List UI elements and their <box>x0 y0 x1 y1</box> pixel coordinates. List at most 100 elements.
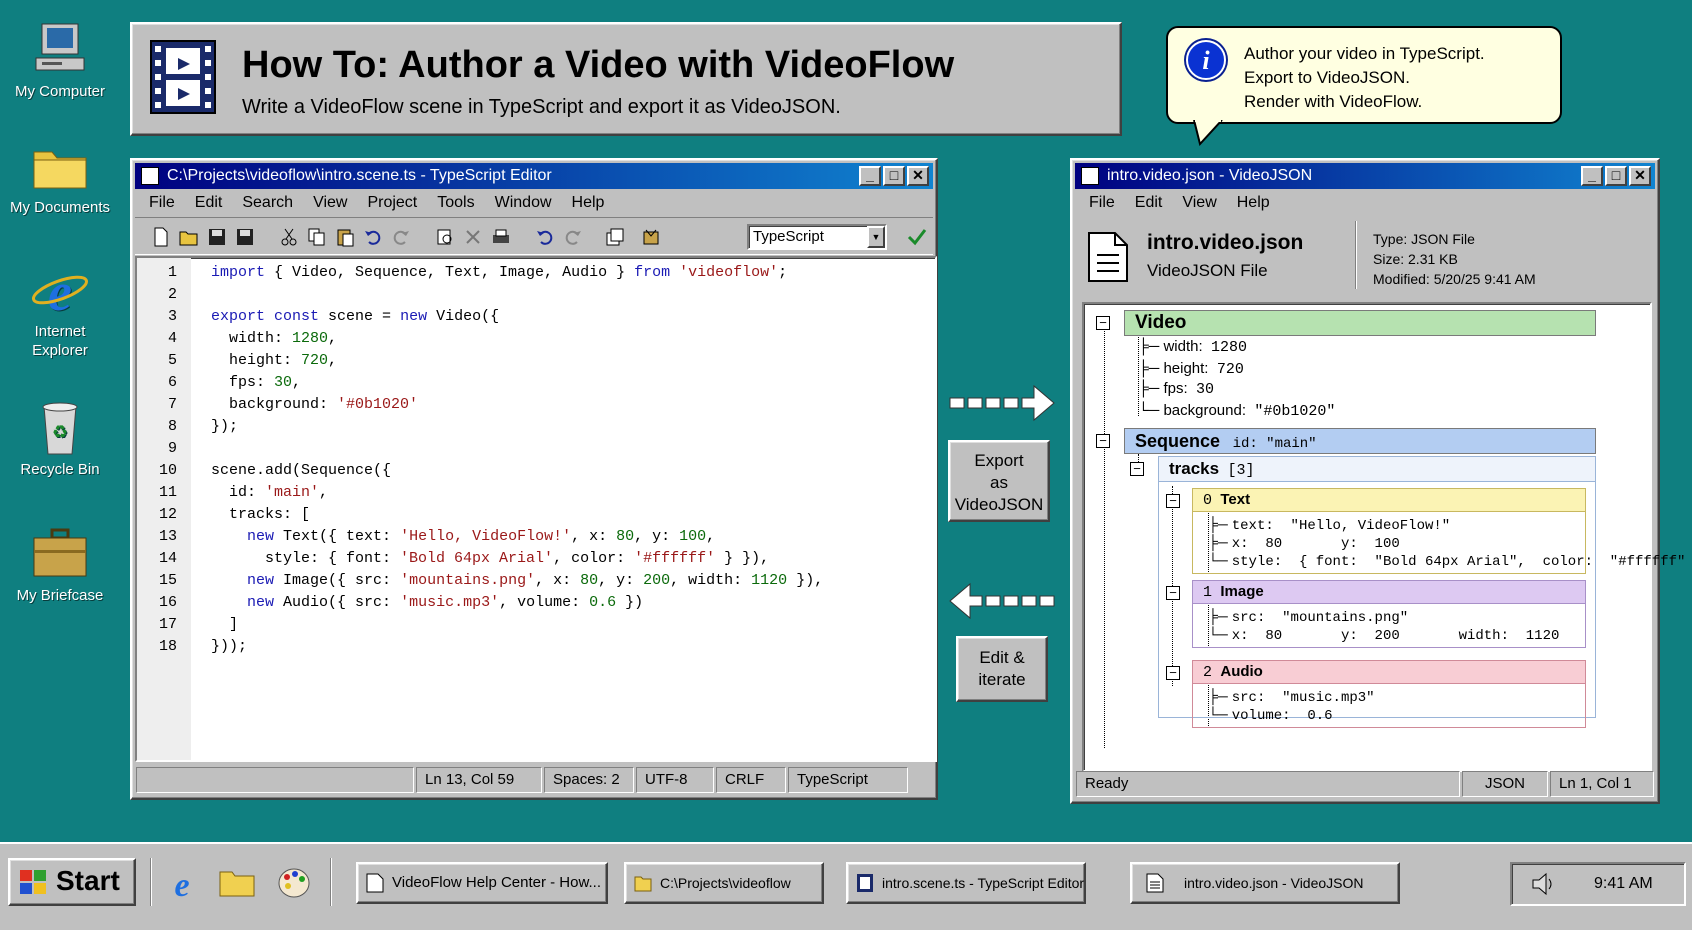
tracks-label: tracks <box>1169 459 1220 478</box>
system-tray: 9:41 AM <box>1510 862 1686 906</box>
menu-edit[interactable]: Edit <box>1125 189 1173 217</box>
taskbar-item-videojson[interactable]: intro.video.json - VideoJSON <box>1130 862 1400 904</box>
desktop-icon-my-documents[interactable]: My Documents <box>0 138 120 217</box>
code-line: new Audio({ src: 'music.mp3', volume: 0.… <box>247 594 644 611</box>
undo-secondary-icon[interactable] <box>535 227 555 247</box>
close-button[interactable]: ✕ <box>907 166 929 186</box>
palette-icon[interactable] <box>276 866 312 900</box>
json-tree-view[interactable]: − Video ╞─ width: 1280 ╞─ height: 720 ╞─… <box>1082 302 1685 772</box>
print-icon[interactable] <box>491 227 511 247</box>
line-number: 11 <box>158 484 177 501</box>
line-number: 18 <box>158 638 177 655</box>
save-all-icon[interactable] <box>235 227 255 247</box>
export-as-videojson-button[interactable]: Export as VideoJSON <box>948 440 1050 522</box>
new-file-icon[interactable] <box>151 227 171 247</box>
folder-icon[interactable] <box>218 868 256 898</box>
editor-titlebar[interactable]: C:\Projects\videoflow\intro.scene.ts - T… <box>135 163 933 189</box>
internet-explorer-icon[interactable]: e <box>164 866 200 900</box>
collapse-track-2-button[interactable]: − <box>1166 666 1180 680</box>
code-line: new Image({ src: 'mountains.png', x: 80,… <box>247 572 824 589</box>
menu-file[interactable]: File <box>139 189 185 217</box>
close-button[interactable]: ✕ <box>1629 166 1651 186</box>
menu-help[interactable]: Help <box>562 189 615 217</box>
track-2-header[interactable]: 2 Audio <box>1192 660 1586 684</box>
redo-secondary-icon[interactable] <box>563 227 583 247</box>
minimize-button[interactable]: _ <box>1581 166 1603 186</box>
speaker-icon[interactable] <box>1530 872 1558 896</box>
taskbar-item-editor[interactable]: intro.scene.ts - TypeScript Editor <box>846 862 1086 904</box>
track-name: Image <box>1220 583 1264 600</box>
windows-logo-icon <box>20 870 46 894</box>
replace-icon[interactable] <box>463 227 483 247</box>
status-cursor-position: Ln 13, Col 59 <box>416 767 542 793</box>
start-button[interactable]: Start <box>8 858 136 906</box>
desktop-icon-my-computer[interactable]: My Computer <box>0 22 120 101</box>
taskbar-item-help-center[interactable]: VideoFlow Help Center - How... <box>356 862 608 904</box>
find-icon[interactable] <box>435 227 455 247</box>
sequence-node-header[interactable]: Sequence id: "main" <box>1124 428 1596 454</box>
status-spacer <box>136 767 414 793</box>
build-icon[interactable] <box>641 227 661 247</box>
track-0-prop: ╞─ text: "Hello, VideoFlow!" <box>1208 516 1451 534</box>
file-size: Size: 2.31 KB <box>1373 251 1458 267</box>
collapse-tracks-button[interactable]: − <box>1130 462 1144 476</box>
code-line: fps: 30, <box>211 374 302 391</box>
desktop-icon-recycle-bin[interactable]: ♻ Recycle Bin <box>0 400 120 479</box>
menu-edit[interactable]: Edit <box>185 189 233 217</box>
redo-icon[interactable] <box>391 227 411 247</box>
menu-help[interactable]: Help <box>1227 189 1280 217</box>
task-label: C:\Projects\videoflow <box>660 875 791 891</box>
paste-icon[interactable] <box>335 227 355 247</box>
cut-icon[interactable] <box>279 227 299 247</box>
desktop-icon-label: Recycle Bin <box>20 461 100 478</box>
copy-icon[interactable] <box>307 227 327 247</box>
language-select-value: TypeScript <box>753 228 824 245</box>
maximize-button[interactable]: □ <box>1605 166 1627 186</box>
track-1-header[interactable]: 1 Image <box>1192 580 1586 604</box>
help-document-icon <box>366 873 384 893</box>
tracks-node-header[interactable]: tracks [3] <box>1158 456 1596 482</box>
collapse-sequence-button[interactable]: − <box>1096 434 1110 448</box>
language-select[interactable]: TypeScript ▼ <box>747 224 887 250</box>
menu-file[interactable]: File <box>1079 189 1125 217</box>
desktop-icon-label: My Computer <box>14 83 106 100</box>
menu-tools[interactable]: Tools <box>427 189 484 217</box>
desktop-icon-internet-explorer[interactable]: e Internet Explorer <box>0 262 120 360</box>
divider <box>1355 221 1357 289</box>
menu-window[interactable]: Window <box>485 189 562 217</box>
line-number: 14 <box>158 550 177 567</box>
video-node-header[interactable]: Video <box>1124 310 1596 336</box>
status-format: JSON <box>1462 771 1548 797</box>
briefcase-icon <box>28 526 92 582</box>
document-icon <box>1081 167 1099 185</box>
menu-project[interactable]: Project <box>357 189 427 217</box>
open-folder-icon[interactable] <box>179 227 199 247</box>
taskbar-item-folder[interactable]: C:\Projects\videoflow <box>624 862 824 904</box>
collapse-track-1-button[interactable]: − <box>1166 586 1180 600</box>
typescript-editor-window: C:\Projects\videoflow\intro.scene.ts - T… <box>130 158 938 800</box>
internet-explorer-icon: e <box>28 262 92 322</box>
line-number: 17 <box>158 616 177 633</box>
tracks-count: [3] <box>1227 462 1255 479</box>
save-icon[interactable] <box>207 227 227 247</box>
undo-icon[interactable] <box>363 227 383 247</box>
menu-view[interactable]: View <box>303 189 357 217</box>
menu-search[interactable]: Search <box>232 189 303 217</box>
menu-view[interactable]: View <box>1172 189 1226 217</box>
window-copy-icon[interactable] <box>605 227 625 247</box>
json-titlebar[interactable]: intro.video.json - VideoJSON _ □ ✕ <box>1075 163 1655 189</box>
video-prop-fps: ╞─ fps: 30 <box>1138 380 1214 398</box>
checkmark-icon[interactable] <box>907 227 927 247</box>
chevron-down-icon[interactable]: ▼ <box>867 226 885 248</box>
track-0-header[interactable]: 0 Text <box>1192 488 1586 512</box>
code-editor[interactable]: 1 2 3 4 5 6 7 8 9 10 11 12 13 14 15 16 1… <box>135 256 937 762</box>
desktop-icon-my-briefcase[interactable]: My Briefcase <box>0 526 120 605</box>
edit-iterate-button[interactable]: Edit & iterate <box>956 636 1048 702</box>
line-number: 16 <box>158 594 177 611</box>
collapse-video-button[interactable]: − <box>1096 316 1110 330</box>
computer-icon <box>28 22 92 78</box>
collapse-track-0-button[interactable]: − <box>1166 494 1180 508</box>
maximize-button[interactable]: □ <box>883 166 905 186</box>
track-0-prop: └─ style: { font: "Bold 64px Arial", col… <box>1208 552 1692 570</box>
minimize-button[interactable]: _ <box>859 166 881 186</box>
